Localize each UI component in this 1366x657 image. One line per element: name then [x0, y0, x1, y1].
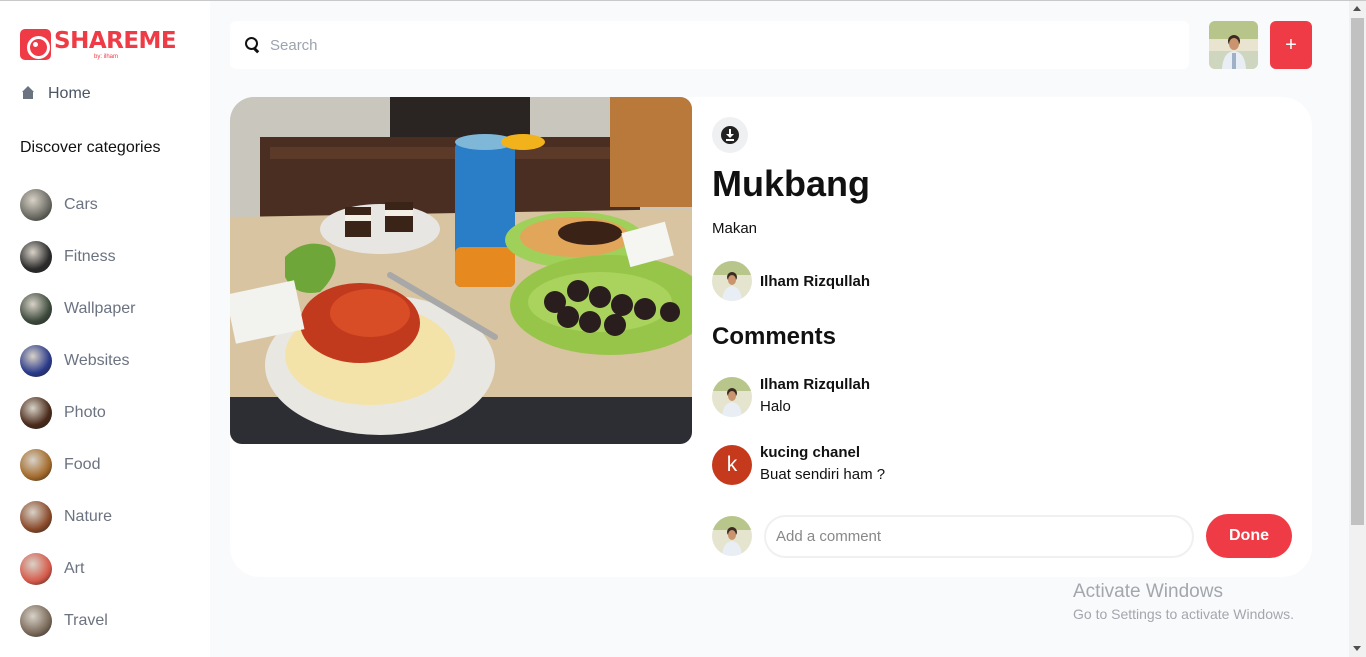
- sidebar-item-category[interactable]: Websites: [20, 335, 135, 387]
- category-label: Food: [64, 456, 101, 473]
- commenter-avatar[interactable]: k: [712, 445, 752, 485]
- search-bar[interactable]: [230, 21, 1189, 69]
- done-button[interactable]: Done: [1206, 514, 1292, 558]
- sidebar-item-category[interactable]: Food: [20, 439, 135, 491]
- add-comment-row: Done: [712, 514, 1292, 558]
- discover-categories-heading: Discover categories: [20, 139, 161, 156]
- category-label: Travel: [64, 612, 108, 629]
- category-label: Art: [64, 560, 85, 577]
- home-icon: [20, 86, 36, 102]
- comment-item: Ilham Rizqullah Halo: [712, 375, 870, 419]
- pin-image[interactable]: [230, 97, 692, 444]
- category-thumbnail: [20, 345, 52, 377]
- scroll-up-arrow-icon[interactable]: [1353, 6, 1361, 11]
- add-pin-button[interactable]: +: [1270, 21, 1312, 69]
- sidebar-item-home[interactable]: Home: [20, 85, 91, 103]
- sidebar-item-category[interactable]: Wallpaper: [20, 283, 135, 335]
- pin-title: Mukbang: [712, 163, 870, 204]
- brand-name: SHAREME: [54, 27, 177, 54]
- category-label: Nature: [64, 508, 113, 525]
- watermark-subtitle: Go to Settings to activate Windows.: [1073, 606, 1294, 622]
- current-user-avatar: [712, 516, 752, 556]
- category-list: Cars Fitness Wallpaper Websites Photo Food Nat…: [20, 179, 135, 647]
- brand-subtitle: by: ilham: [94, 53, 119, 60]
- sidebar-item-category[interactable]: Photo: [20, 387, 135, 439]
- category-thumbnail: [20, 449, 52, 481]
- sidebar-item-label: Home: [48, 85, 91, 102]
- download-button[interactable]: [712, 117, 748, 153]
- commenter-name[interactable]: kucing chanel: [760, 443, 885, 463]
- sidebar-item-category[interactable]: Travel: [20, 595, 135, 647]
- category-label: Photo: [64, 404, 106, 421]
- sidebar-item-category[interactable]: Cars: [20, 179, 135, 231]
- pin-detail-card: Mukbang Makan Ilham Rizqullah Comments I…: [230, 97, 1312, 577]
- commenter-avatar[interactable]: [712, 377, 752, 417]
- sidebar-item-category[interactable]: Fitness: [20, 231, 135, 283]
- camera-icon: [20, 29, 51, 60]
- scroll-down-arrow-icon[interactable]: [1353, 646, 1361, 651]
- comment-text: Buat sendiri ham ?: [760, 466, 886, 483]
- brand-logo[interactable]: SHAREME by: ilham: [20, 27, 177, 60]
- category-thumbnail: [20, 553, 52, 585]
- category-label: Cars: [64, 196, 98, 213]
- category-thumbnail: [20, 189, 52, 221]
- pin-description: Makan: [712, 220, 758, 237]
- download-icon: [721, 126, 739, 144]
- category-label: Wallpaper: [64, 300, 136, 317]
- category-thumbnail: [20, 605, 52, 637]
- pin-author[interactable]: Ilham Rizqullah: [712, 261, 870, 301]
- sidebar-item-category[interactable]: Nature: [20, 491, 135, 543]
- author-avatar: [712, 261, 752, 301]
- comment-text: Halo: [760, 398, 791, 415]
- comment-item: k kucing chanel Buat sendiri ham ?: [712, 443, 886, 487]
- category-thumbnail: [20, 501, 52, 533]
- category-label: Websites: [64, 352, 130, 369]
- activate-windows-watermark: Activate Windows Go to Settings to activ…: [1073, 581, 1294, 624]
- sidebar: SHAREME by: ilham Home Discover categori…: [0, 1, 210, 657]
- category-thumbnail: [20, 293, 52, 325]
- user-profile-avatar[interactable]: [1209, 21, 1258, 69]
- search-input[interactable]: [270, 36, 1150, 54]
- watermark-title: Activate Windows: [1073, 581, 1223, 602]
- category-thumbnail: [20, 397, 52, 429]
- vertical-scrollbar[interactable]: [1349, 1, 1366, 657]
- comments-heading: Comments: [712, 323, 837, 350]
- author-name: Ilham Rizqullah: [760, 272, 871, 290]
- category-thumbnail: [20, 241, 52, 273]
- sidebar-item-category[interactable]: Art: [20, 543, 135, 595]
- category-label: Fitness: [64, 248, 116, 265]
- comment-input[interactable]: [764, 514, 1194, 558]
- search-icon: [244, 36, 262, 54]
- commenter-name[interactable]: Ilham Rizqullah: [760, 375, 870, 395]
- scroll-thumb[interactable]: [1351, 18, 1364, 525]
